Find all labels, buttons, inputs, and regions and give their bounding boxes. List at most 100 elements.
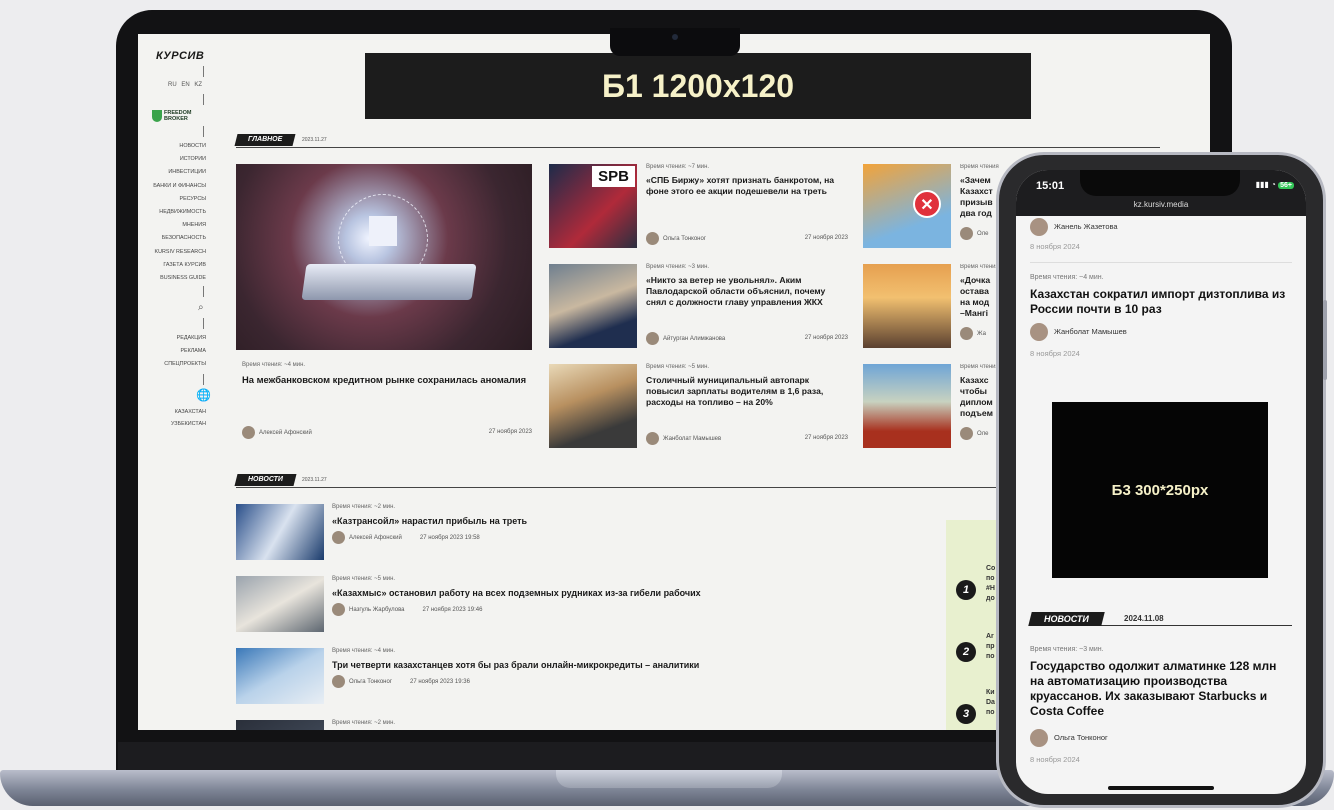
divider xyxy=(1030,262,1292,263)
story-byline: Жа xyxy=(960,327,1000,340)
nav-item[interactable]: БЕЗОПАСНОСТЬ xyxy=(153,232,206,245)
story-title[interactable]: Казахс чтобы диплом подъем xyxy=(960,375,996,419)
news-byline: Ольга Тонконог 27 ноября 2023 19:36 xyxy=(332,675,699,688)
story-thumbnail[interactable] xyxy=(549,364,637,448)
author-name[interactable]: Жанель Жазетова xyxy=(1054,222,1118,231)
section-tag[interactable]: ГЛАВНОЕ xyxy=(234,134,296,146)
dynamic-island xyxy=(1080,170,1240,196)
author-name[interactable]: Оле xyxy=(977,231,988,237)
story-title[interactable]: «СПБ Биржу» хотят признать банкротом, на… xyxy=(646,175,842,197)
nav-item[interactable]: KURSIV RESEARCH xyxy=(153,246,206,259)
nav-item[interactable]: МНЕНИЯ xyxy=(153,219,206,232)
divider xyxy=(203,94,204,105)
nav-item[interactable]: РЕКЛАМА xyxy=(164,345,206,358)
story-title[interactable]: «Никто за ветер не увольнял». Аким Павло… xyxy=(646,275,842,308)
partner-logo[interactable]: FREEDOM BROKER xyxy=(152,110,192,122)
story-thumbnail[interactable] xyxy=(549,264,637,348)
nav-item[interactable]: НОВОСТИ xyxy=(153,140,206,153)
news-title[interactable]: Три четверти казахстанцев хотя бы раз бр… xyxy=(332,660,699,670)
ad-banner[interactable]: Б1 1200х120 xyxy=(365,53,1031,119)
story-byline: Алексей Афонский 27 ноября 2023 xyxy=(242,426,532,439)
story-thumbnail[interactable] xyxy=(863,264,951,348)
author-name[interactable]: Ольга Тонконог xyxy=(663,236,706,242)
avatar xyxy=(960,427,973,440)
story-thumbnail[interactable]: ✕ xyxy=(863,164,951,248)
author-name[interactable]: Жа xyxy=(977,331,986,337)
avatar xyxy=(332,603,345,616)
rank-badge: 2 xyxy=(956,642,976,662)
story-title[interactable]: «Зачем Казахст призыв два год xyxy=(960,175,996,219)
story-byline: Оле xyxy=(960,427,1000,440)
main-story-image[interactable] xyxy=(236,164,532,350)
story-title[interactable]: Столичный муниципальный автопарк повысил… xyxy=(646,375,842,408)
author-name[interactable]: Оле xyxy=(977,431,988,437)
nav-item[interactable]: НЕДВИЖИМОСТЬ xyxy=(153,206,206,219)
avatar xyxy=(242,426,255,439)
nav-item[interactable]: БАНКИ И ФИНАНСЫ xyxy=(153,180,206,193)
nav-item[interactable]: ИНВЕСТИЦИИ xyxy=(153,166,206,179)
news-row: Время чтения: ~5 мин. «Казахмыс» останов… xyxy=(236,576,936,634)
region-switcher: КАЗАХСТАН УЗБЕКИСТАН xyxy=(171,406,206,430)
story-thumbnail[interactable]: SPB xyxy=(549,164,637,248)
author-name[interactable]: Ольга Тонконог xyxy=(349,679,392,685)
story-title[interactable]: На межбанковском кредитном рынке сохрани… xyxy=(242,374,532,386)
nav-item[interactable]: СПЕЦПРОЕКТЫ xyxy=(164,358,206,371)
author-name[interactable]: Айтурган Алимжанова xyxy=(663,336,725,342)
story-title[interactable]: Казахстан сократил импорт дизтоплива из … xyxy=(1030,287,1292,317)
ad-banner[interactable]: Б3 300*250px xyxy=(1052,402,1268,578)
wifi-icon: ◔ xyxy=(1271,180,1276,189)
freedom-broker-icon xyxy=(152,110,162,122)
main-story: Время чтения: ~4 мин. На межбанковском к… xyxy=(242,362,532,386)
region-item[interactable]: УЗБЕКИСТАН xyxy=(171,418,206,430)
address-bar[interactable]: kz.kursiv.media xyxy=(1016,200,1306,209)
divider xyxy=(203,66,204,77)
section-date: 2023.11.27 xyxy=(302,137,327,143)
story-title[interactable]: «Дочка остава на мод –Мангі xyxy=(960,275,996,319)
story-byline: Ольга Тонконог 27 ноября 2023 xyxy=(646,232,848,245)
section-tag[interactable]: НОВОСТИ xyxy=(1028,612,1105,626)
divider xyxy=(203,374,204,385)
phone-status-bar: 15:01 ▮▮▮ ◔ 56+ kz.kursiv.media xyxy=(1016,170,1306,216)
search-icon[interactable]: ⌕ xyxy=(198,302,204,313)
globe-icon[interactable]: 🌐 xyxy=(196,388,211,402)
sidebar: КУРСИВ RU EN KZ FREEDOM BROKER НОВОСТИ И… xyxy=(138,34,211,730)
home-indicator[interactable] xyxy=(1108,786,1214,790)
device-mockup: КУРСИВ RU EN KZ FREEDOM BROKER НОВОСТИ И… xyxy=(0,0,1334,810)
site-logo[interactable]: КУРСИВ xyxy=(156,50,204,62)
story-title[interactable]: Государство одолжит алматинке 128 млн на… xyxy=(1030,659,1292,719)
news-thumbnail[interactable] xyxy=(236,576,324,632)
author-name[interactable]: Алексей Афонский xyxy=(259,430,312,436)
story-card: Время чтения: ~5 мин. Столичный муниципа… xyxy=(646,364,842,408)
author-name[interactable]: Алексей Афонский xyxy=(349,535,402,541)
author-name[interactable]: Жанболат Мамышев xyxy=(663,436,721,442)
spb-logo: SPB xyxy=(592,166,635,187)
language-switcher[interactable]: RU EN KZ xyxy=(168,82,202,88)
avatar xyxy=(646,332,659,345)
nav-item[interactable]: ГАЗЕТА КУРСИВ xyxy=(153,259,206,272)
nav-item[interactable]: BUSINESS GUIDE xyxy=(153,272,206,285)
nav-item[interactable]: РЕСУРСЫ xyxy=(153,193,206,206)
sidebar-nav: НОВОСТИ ИСТОРИИ ИНВЕСТИЦИИ БАНКИ И ФИНАН… xyxy=(153,140,206,285)
news-text: Время чтения: ~5 мин. «Казахмыс» останов… xyxy=(332,576,701,616)
nav-item[interactable]: РЕДАКЦИЯ xyxy=(164,332,206,345)
news-thumbnail[interactable] xyxy=(236,720,324,730)
phone-side-button xyxy=(1323,300,1327,380)
section-header-main: ГЛАВНОЕ 2023.11.27 xyxy=(234,134,1160,148)
news-title[interactable]: «Казтрансойл» нарастил прибыль на треть xyxy=(332,516,527,526)
nav-item[interactable]: ИСТОРИИ xyxy=(153,153,206,166)
author-name[interactable]: Ольга Тонконог xyxy=(1054,733,1108,742)
reading-time: Время чтения: ~2 мин. xyxy=(332,504,396,510)
author-name[interactable]: Жанболат Мамышев xyxy=(1054,327,1127,336)
news-title[interactable]: «Казахмыс» остановил работу на всех подз… xyxy=(332,588,701,598)
divider xyxy=(203,318,204,329)
news-thumbnail[interactable] xyxy=(236,648,324,704)
story-thumbnail[interactable] xyxy=(863,364,951,448)
news-date: 27 ноября 2023 19:58 xyxy=(419,535,480,542)
news-thumbnail[interactable] xyxy=(236,504,324,560)
image-graphic xyxy=(301,264,477,300)
reading-time: Время чтения: ~7 мин. xyxy=(646,164,710,170)
section-date: 2023.11.27 xyxy=(302,477,327,483)
region-item[interactable]: КАЗАХСТАН xyxy=(171,406,206,418)
author-name[interactable]: Назгуль Жарбулова xyxy=(349,607,405,613)
section-tag[interactable]: НОВОСТИ xyxy=(234,474,297,486)
